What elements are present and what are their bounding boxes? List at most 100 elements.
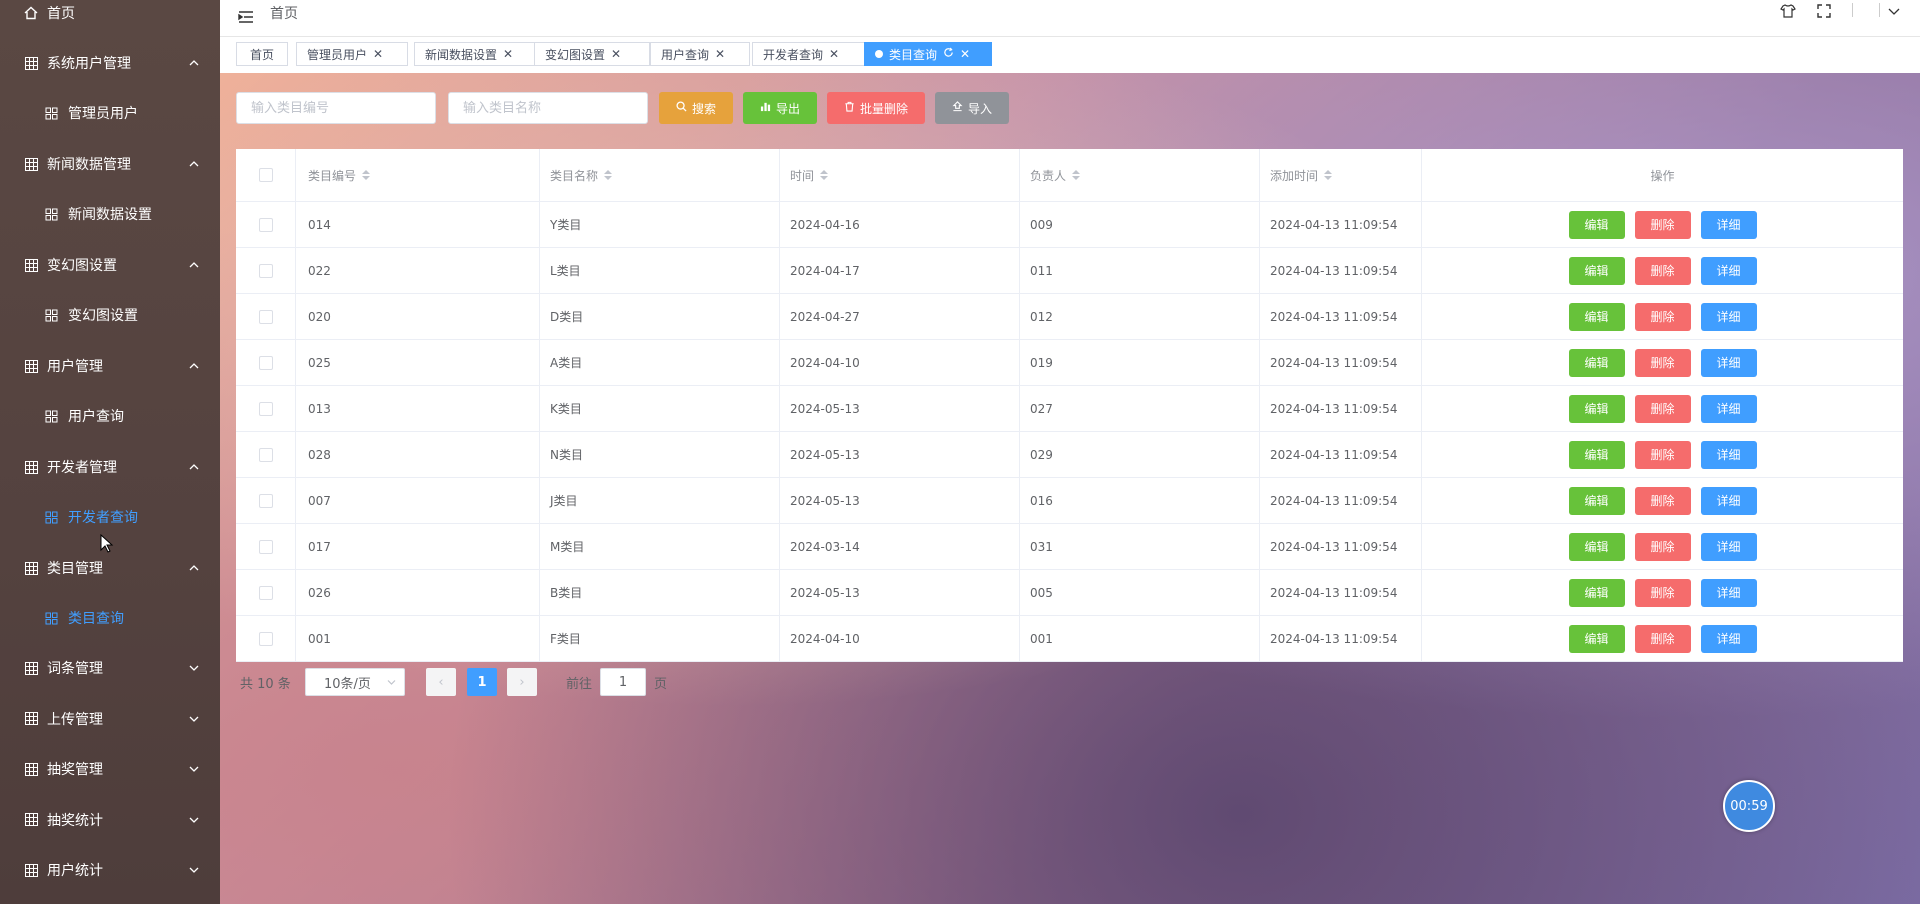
row-checkbox[interactable] [258, 631, 273, 646]
edit-button[interactable]: 编辑 [1568, 348, 1625, 377]
edit-button[interactable]: 编辑 [1568, 256, 1625, 285]
delete-button[interactable]: 删除 [1634, 486, 1691, 515]
delete-button[interactable]: 删除 [1634, 624, 1691, 653]
sort-icon[interactable] [820, 170, 829, 180]
fullscreen-icon[interactable] [1816, 3, 1832, 23]
next-page[interactable]: › [507, 668, 537, 696]
chevron-left-icon[interactable]: ‹ [426, 668, 456, 696]
header-name[interactable]: 类目名称 [540, 149, 780, 201]
close-icon[interactable]: ✕ [715, 47, 725, 61]
sidebar-subitem[interactable]: 变幻图设置 [0, 295, 220, 335]
detail-button[interactable]: 详细 [1700, 578, 1757, 607]
sidebar-subitem[interactable]: 用户查询 [0, 396, 220, 436]
chevron-down-icon[interactable] [1888, 5, 1900, 20]
sidebar-group[interactable]: 开发者管理 [0, 447, 220, 487]
sidebar-group[interactable]: 抽奖管理 [0, 749, 220, 789]
detail-button[interactable]: 详细 [1700, 302, 1757, 331]
chevron-right-icon[interactable]: › [507, 668, 537, 696]
page-size-select[interactable]: 10条/页 [305, 668, 405, 696]
row-checkbox[interactable] [258, 309, 273, 324]
close-icon[interactable]: ✕ [503, 47, 513, 61]
row-checkbox[interactable] [258, 263, 273, 278]
delete-button[interactable]: 删除 [1634, 210, 1691, 239]
header-code[interactable]: 类目编号 [296, 149, 540, 201]
tab-developer-query[interactable]: 开发者查询 ✕ [752, 42, 866, 66]
edit-button[interactable]: 编辑 [1568, 486, 1625, 515]
sort-icon[interactable] [604, 170, 613, 180]
detail-button[interactable]: 详细 [1700, 486, 1757, 515]
detail-button[interactable]: 详细 [1700, 532, 1757, 561]
header-added[interactable]: 添加时间 [1260, 149, 1422, 201]
delete-button[interactable]: 删除 [1634, 578, 1691, 607]
delete-button[interactable]: 删除 [1634, 256, 1691, 285]
edit-button[interactable]: 编辑 [1568, 532, 1625, 561]
row-checkbox[interactable] [258, 539, 273, 554]
tab-home[interactable]: 首页 [236, 42, 288, 66]
sort-icon[interactable] [1324, 170, 1333, 180]
detail-button[interactable]: 详细 [1700, 624, 1757, 653]
edit-button[interactable]: 编辑 [1568, 394, 1625, 423]
theme-icon[interactable] [1780, 3, 1796, 23]
sort-icon[interactable] [1072, 170, 1081, 180]
tab-admin-users[interactable]: 管理员用户 ✕ [296, 42, 408, 66]
header-time[interactable]: 时间 [780, 149, 1020, 201]
sidebar-item-home[interactable]: 首页 [0, 0, 220, 33]
sidebar-group[interactable]: 上传管理 [0, 699, 220, 739]
edit-button[interactable]: 编辑 [1568, 210, 1625, 239]
detail-button[interactable]: 详细 [1700, 210, 1757, 239]
row-checkbox[interactable] [258, 493, 273, 508]
sidebar-group[interactable]: 抽奖统计 [0, 800, 220, 840]
detail-button[interactable]: 详细 [1700, 348, 1757, 377]
edit-button[interactable]: 编辑 [1568, 440, 1625, 469]
sidebar-group[interactable]: 用户统计 [0, 850, 220, 890]
import-button[interactable]: 导入 [935, 92, 1009, 124]
page-1[interactable]: 1 [467, 668, 497, 696]
row-checkbox[interactable] [258, 401, 273, 416]
row-checkbox[interactable] [258, 217, 273, 232]
delete-button[interactable]: 删除 [1634, 532, 1691, 561]
select-all-checkbox[interactable] [258, 168, 273, 182]
header-owner[interactable]: 负责人 [1020, 149, 1260, 201]
close-icon[interactable]: ✕ [960, 47, 970, 61]
timer-badge[interactable]: 00:59 [1723, 780, 1775, 832]
tab-category-query[interactable]: 类目查询 ✕ [864, 42, 992, 66]
row-checkbox[interactable] [258, 447, 273, 462]
row-checkbox[interactable] [258, 355, 273, 370]
sidebar-group[interactable]: 变幻图设置 [0, 245, 220, 285]
refresh-icon[interactable] [943, 47, 954, 61]
sort-icon[interactable] [362, 170, 371, 180]
edit-button[interactable]: 编辑 [1568, 578, 1625, 607]
tab-user-query[interactable]: 用户查询 ✕ [650, 42, 750, 66]
close-icon[interactable]: ✕ [829, 47, 839, 61]
menu-fold-icon[interactable] [238, 10, 254, 24]
goto-input[interactable]: 1 [600, 668, 647, 696]
edit-button[interactable]: 编辑 [1568, 624, 1625, 653]
export-button[interactable]: 导出 [743, 92, 817, 124]
detail-button[interactable]: 详细 [1700, 440, 1757, 469]
detail-button[interactable]: 详细 [1700, 256, 1757, 285]
category-code-input[interactable] [236, 92, 436, 124]
tab-carousel-settings[interactable]: 变幻图设置 ✕ [534, 42, 650, 66]
tab-news-settings[interactable]: 新闻数据设置 ✕ [414, 42, 542, 66]
sidebar-group[interactable]: 新闻数据管理 [0, 144, 220, 184]
delete-button[interactable]: 删除 [1634, 302, 1691, 331]
sidebar-subitem[interactable]: 类目查询 [0, 598, 220, 638]
category-name-input[interactable] [448, 92, 648, 124]
batch-delete-button[interactable]: 批量删除 [827, 92, 925, 124]
detail-button[interactable]: 详细 [1700, 394, 1757, 423]
sidebar-subitem[interactable]: 管理员用户 [0, 93, 220, 133]
sidebar-group[interactable]: 系统用户管理 [0, 43, 220, 83]
current-page[interactable]: 1 [467, 668, 497, 696]
search-button[interactable]: 搜索 [659, 92, 733, 124]
page-size-box[interactable]: 10条/页 [305, 668, 405, 696]
sidebar-group[interactable]: 用户管理 [0, 346, 220, 386]
row-checkbox[interactable] [258, 585, 273, 600]
avatar[interactable] [1852, 3, 1880, 17]
prev-page[interactable]: ‹ [426, 668, 456, 696]
sidebar-subitem[interactable]: 开发者查询 [0, 497, 220, 537]
close-icon[interactable]: ✕ [611, 47, 621, 61]
delete-button[interactable]: 删除 [1634, 394, 1691, 423]
sidebar-subitem[interactable]: 新闻数据设置 [0, 194, 220, 234]
delete-button[interactable]: 删除 [1634, 348, 1691, 377]
sidebar-group[interactable]: 词条管理 [0, 648, 220, 688]
